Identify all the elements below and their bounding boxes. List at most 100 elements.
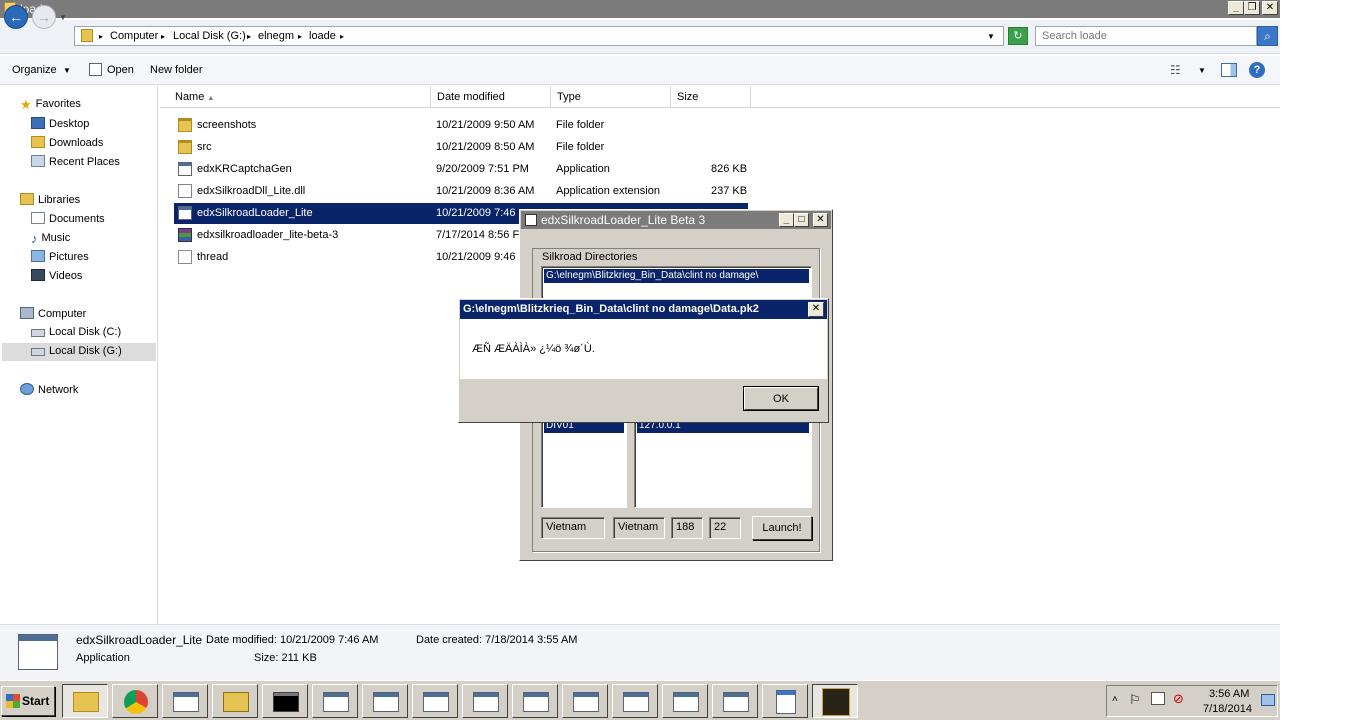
view-dropdown-icon[interactable]: ▼ bbox=[1198, 66, 1206, 75]
nav-favorites[interactable]: ★ Favorites bbox=[20, 97, 81, 112]
ip-list[interactable]: 127.0.0.1 bbox=[634, 418, 812, 508]
start-button[interactable]: Start bbox=[1, 686, 55, 716]
launch-button[interactable]: Launch! bbox=[752, 516, 812, 540]
application-icon bbox=[323, 692, 349, 712]
music-icon: ♪ bbox=[31, 231, 38, 246]
message-body: ÆÑ ÆÄÀÌÀ» ¿­¼ö ¾ø´Ù. bbox=[460, 319, 827, 379]
taskbar-app-11[interactable] bbox=[762, 684, 808, 718]
taskbar-app-3[interactable] bbox=[362, 684, 408, 718]
locale-field[interactable]: Vietnam bbox=[541, 517, 605, 539]
directory-list[interactable]: G:\elnegm\Blitzkrieg_Bin_Data\clint no d… bbox=[541, 266, 812, 302]
loader-minimize-button[interactable]: _ bbox=[779, 213, 794, 227]
chevron-icon[interactable]: ▸ bbox=[298, 32, 302, 41]
new-folder-button[interactable]: New folder bbox=[150, 64, 203, 76]
file-name: src bbox=[197, 141, 212, 153]
pictures-icon bbox=[31, 250, 45, 262]
breadcrumb-loade[interactable]: loade bbox=[309, 30, 336, 42]
taskbar-app-8[interactable] bbox=[612, 684, 658, 718]
column-header-type[interactable]: Type bbox=[551, 86, 671, 108]
clock-time[interactable]: 3:56 AM bbox=[1209, 688, 1249, 700]
loader-maximize-button[interactable]: □ bbox=[794, 213, 809, 227]
nav-downloads[interactable]: Downloads bbox=[31, 136, 103, 149]
division-list[interactable]: DIV01 bbox=[541, 418, 627, 508]
breadcrumb-computer[interactable]: Computer bbox=[110, 30, 158, 42]
show-desktop-icon[interactable] bbox=[1261, 694, 1275, 706]
file-row-src[interactable]: src 10/21/2009 8:50 AM File folder bbox=[174, 137, 748, 158]
file-row-captchagen[interactable]: edxKRCaptchaGen 9/20/2009 7:51 PM Applic… bbox=[174, 159, 748, 180]
nav-desktop[interactable]: Desktop bbox=[31, 117, 89, 130]
nav-network[interactable]: Network bbox=[20, 383, 78, 396]
silkroad-icon bbox=[822, 688, 850, 716]
nav-music[interactable]: ♪ Music bbox=[31, 231, 70, 246]
taskbar-silkroad[interactable] bbox=[812, 684, 858, 718]
network-status-icon[interactable] bbox=[1151, 692, 1165, 705]
windows-logo-icon bbox=[6, 694, 20, 708]
taskbar-cmd[interactable] bbox=[262, 684, 308, 718]
locale-id-field[interactable]: 22 bbox=[709, 517, 741, 539]
maximize-button[interactable]: ❐ bbox=[1244, 1, 1260, 15]
directory-item[interactable]: G:\elnegm\Blitzkrieg_Bin_Data\clint no d… bbox=[544, 269, 809, 283]
minimize-button[interactable]: _ bbox=[1228, 1, 1244, 15]
nav-libraries[interactable]: Libraries bbox=[20, 193, 80, 206]
open-icon[interactable] bbox=[89, 63, 102, 76]
open-button[interactable]: Open bbox=[107, 64, 134, 76]
chevron-icon[interactable]: ▸ bbox=[340, 32, 344, 41]
refresh-button[interactable]: ↻ bbox=[1008, 27, 1028, 45]
help-icon[interactable]: ? bbox=[1249, 62, 1265, 78]
chevron-icon[interactable]: ▸ bbox=[99, 32, 103, 41]
nav-local-disk-c[interactable]: Local Disk (C:) bbox=[31, 326, 121, 338]
taskbar-app-9[interactable] bbox=[662, 684, 708, 718]
organize-dropdown-icon[interactable]: ▼ bbox=[63, 66, 71, 75]
version-field[interactable]: 188 bbox=[671, 517, 703, 539]
show-hidden-icons-icon[interactable]: ˄ bbox=[1112, 694, 1118, 705]
taskbar-app-6[interactable] bbox=[512, 684, 558, 718]
address-bar[interactable]: ▸ Computer ▸ Local Disk (G:) ▸ elnegm ▸ … bbox=[74, 26, 1004, 46]
flag-icon[interactable]: ⚐ bbox=[1129, 692, 1141, 708]
search-input[interactable] bbox=[1036, 27, 1256, 45]
close-button[interactable]: ✕ bbox=[1262, 1, 1278, 15]
taskbar-app-4[interactable] bbox=[412, 684, 458, 718]
breadcrumb-elnegm[interactable]: elnegm bbox=[258, 30, 294, 42]
file-row-screenshots[interactable]: screenshots 10/21/2009 9:50 AM File fold… bbox=[174, 115, 748, 136]
view-icon[interactable]: ☷ bbox=[1170, 63, 1181, 77]
loader-close-button[interactable]: ✕ bbox=[813, 213, 828, 227]
ok-button[interactable]: OK bbox=[743, 386, 819, 411]
column-header-size[interactable]: Size bbox=[671, 86, 751, 108]
application-icon bbox=[523, 692, 549, 712]
nav-local-disk-g[interactable]: Local Disk (G:) bbox=[31, 345, 122, 357]
file-row-dll[interactable]: edxSilkroadDll_Lite.dll 10/21/2009 8:36 … bbox=[174, 181, 748, 202]
language-field[interactable]: Vietnam bbox=[613, 517, 665, 539]
taskbar-app-2[interactable] bbox=[312, 684, 358, 718]
breadcrumb-local-disk-g[interactable]: Local Disk (G:) bbox=[173, 30, 246, 42]
nav-videos[interactable]: Videos bbox=[31, 269, 82, 282]
details-date-created: Date created: 7/18/2014 3:55 AM bbox=[416, 634, 578, 646]
taskbar-app-7[interactable] bbox=[562, 684, 608, 718]
taskbar-app-5[interactable] bbox=[462, 684, 508, 718]
taskbar-explorer[interactable] bbox=[62, 684, 108, 718]
taskbar-app-1[interactable] bbox=[162, 684, 208, 718]
nav-computer[interactable]: Computer bbox=[20, 307, 86, 320]
column-header-date[interactable]: Date modified bbox=[431, 86, 551, 108]
forward-button[interactable]: → bbox=[32, 5, 56, 29]
nav-pictures[interactable]: Pictures bbox=[31, 250, 89, 263]
application-icon bbox=[573, 692, 599, 712]
column-header-name[interactable]: Name ▲ bbox=[169, 86, 431, 108]
taskbar-network-app[interactable] bbox=[212, 684, 258, 718]
organize-button[interactable]: Organize bbox=[12, 64, 57, 76]
search-icon[interactable]: ⌕ bbox=[1257, 26, 1278, 46]
preview-pane-icon[interactable] bbox=[1221, 63, 1237, 77]
clock-date[interactable]: 7/18/2014 bbox=[1203, 703, 1252, 715]
history-dropdown-icon[interactable]: ▼ bbox=[59, 13, 67, 22]
nav-documents[interactable]: Documents bbox=[31, 212, 105, 225]
chevron-icon[interactable]: ▸ bbox=[247, 32, 251, 41]
text-file-icon bbox=[178, 250, 192, 264]
taskbar-chrome[interactable] bbox=[112, 684, 158, 718]
message-close-button[interactable]: ✕ bbox=[808, 302, 824, 317]
back-button[interactable]: ← bbox=[4, 5, 28, 29]
address-dropdown-icon[interactable]: ▼ bbox=[987, 32, 995, 41]
libraries-icon bbox=[20, 193, 34, 205]
taskbar-app-10[interactable] bbox=[712, 684, 758, 718]
volume-muted-icon[interactable]: ⊘ bbox=[1173, 691, 1184, 707]
nav-recent-places[interactable]: Recent Places bbox=[31, 155, 120, 168]
chevron-icon[interactable]: ▸ bbox=[161, 32, 165, 41]
